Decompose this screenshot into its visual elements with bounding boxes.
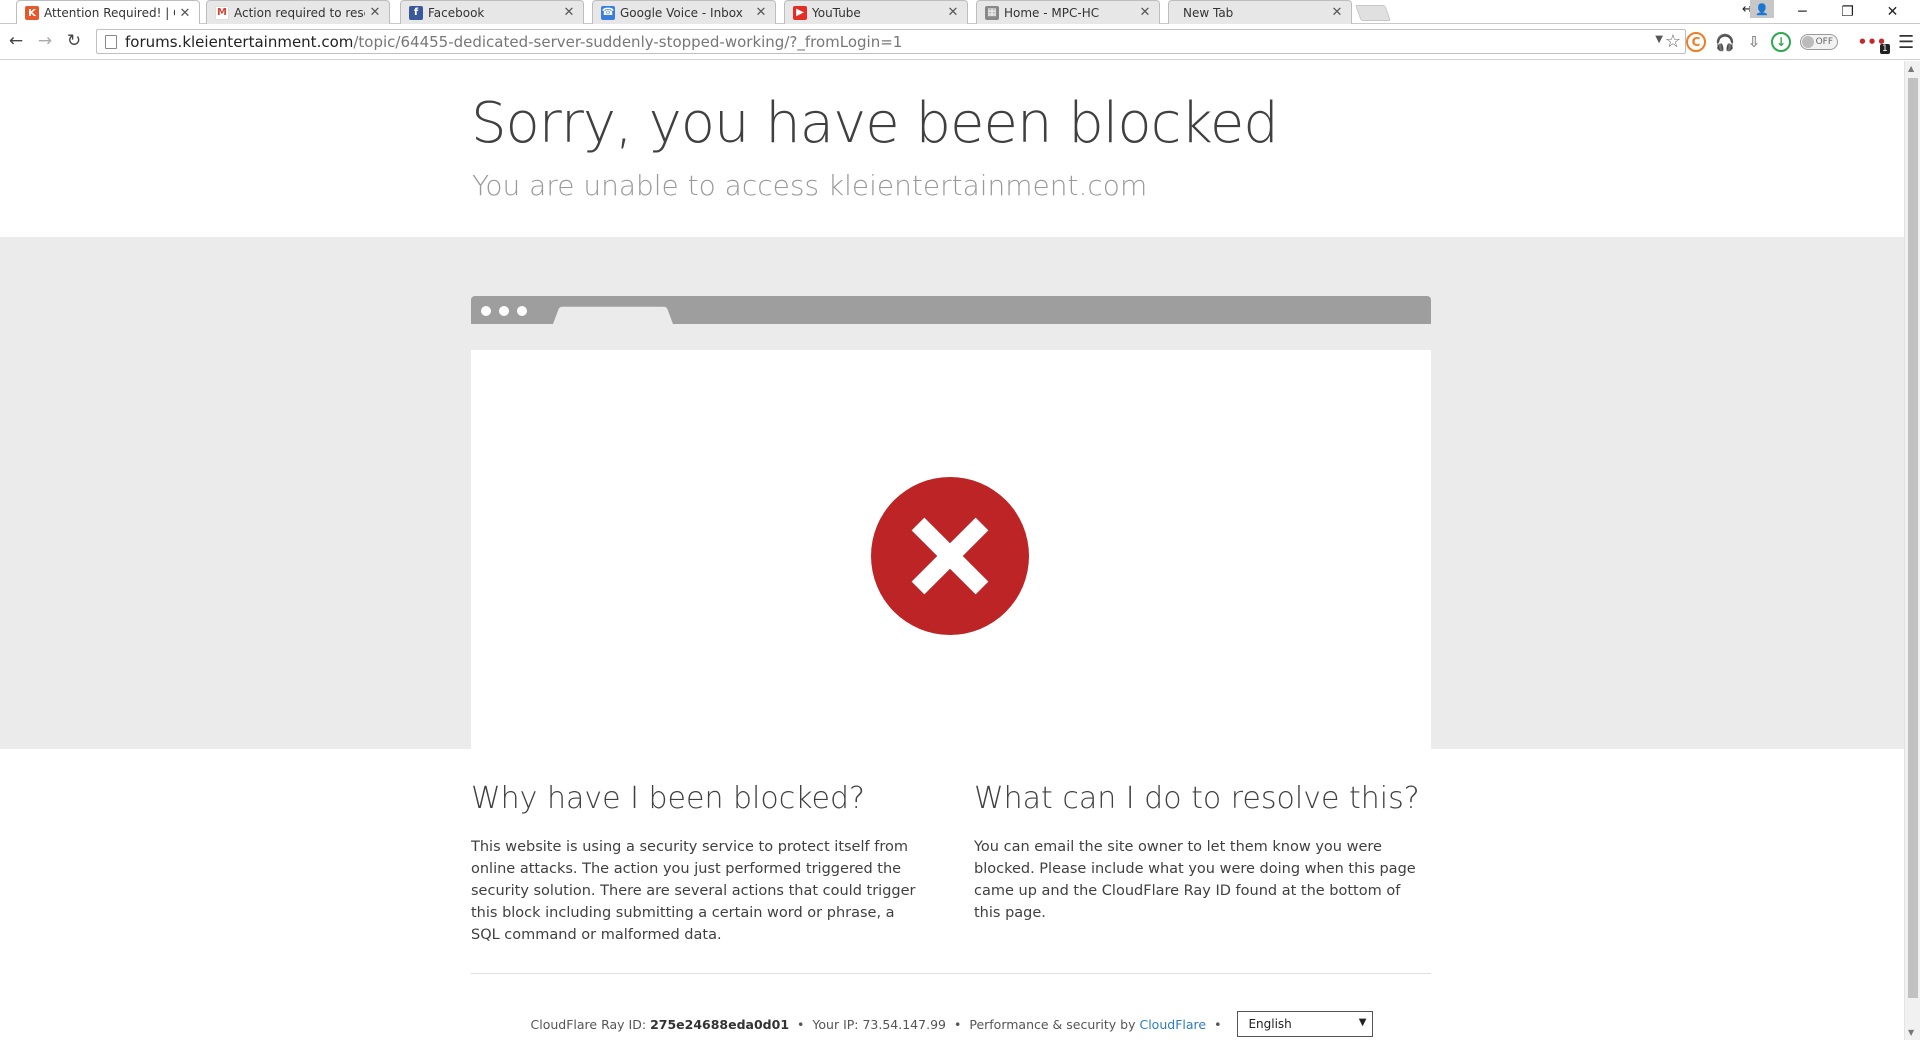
page-header: Sorry, you have been blocked You are una… — [0, 61, 1904, 237]
why-blocked-section: Why have I been blocked? This website is… — [471, 781, 926, 946]
download-extension-icon[interactable]: ⇩ — [1744, 32, 1764, 52]
ray-id-label: CloudFlare Ray ID: — [530, 1016, 647, 1032]
mpc-hc-icon: ▦ — [985, 5, 999, 20]
tab-mpc-hc[interactable]: ▦ Home - MPC-HC ✕ — [976, 0, 1160, 24]
youtube-icon: ▶ — [793, 5, 807, 20]
profile-icon[interactable]: 👤 — [1750, 0, 1774, 18]
google-voice-icon: ☎ — [601, 5, 615, 20]
gmail-icon: M — [215, 5, 229, 20]
close-window-button[interactable]: ✕ — [1870, 0, 1915, 24]
extension-orange-icon[interactable]: C — [1686, 32, 1706, 52]
illustration-tab — [553, 306, 673, 324]
url-domain: forums.kleientertainment.com — [125, 32, 354, 51]
footer-separator: • — [797, 1016, 805, 1032]
why-blocked-text: This website is using a security service… — [471, 839, 916, 943]
close-tab-icon[interactable]: ✕ — [947, 5, 959, 20]
url-path: /topic/64455-dedicated-server-suddenly-s… — [353, 32, 903, 51]
close-tab-icon[interactable]: ✕ — [1331, 5, 1343, 20]
tab-google-voice[interactable]: ☎ Google Voice - Inbox ✕ — [592, 0, 776, 24]
tab-title: Home - MPC-HC — [1004, 5, 1100, 20]
cloudflare-footer: CloudFlare Ray ID: 275e24688eda0d01 • Yo… — [0, 1011, 1904, 1037]
tab-title: New Tab — [1183, 5, 1234, 20]
new-tab-button[interactable] — [1355, 5, 1391, 21]
why-blocked-heading: Why have I been blocked? — [471, 781, 865, 816]
ray-id-value: 275e24688eda0d01 — [650, 1016, 790, 1032]
tab-title: Attention Required! | Cloudflare — [44, 6, 175, 20]
tab-new-tab[interactable]: New Tab ✕ — [1168, 0, 1352, 24]
resolve-section: What can I do to resolve this? You can e… — [974, 781, 1429, 924]
performance-label: Performance & security by — [969, 1016, 1136, 1032]
green-download-extension-icon[interactable]: ↓ — [1771, 32, 1791, 52]
chrome-menu-icon[interactable]: ☰ — [1898, 32, 1914, 53]
tab-title: Action required to reset your password — [234, 5, 365, 20]
blocked-x-icon — [871, 477, 1029, 635]
back-arrow-icon[interactable]: ← — [5, 30, 27, 52]
window-dot — [499, 306, 509, 316]
chevron-down-icon: ▼ — [1358, 1017, 1367, 1028]
tab-gmail[interactable]: M Action required to reset your password… — [206, 0, 390, 24]
resolve-heading: What can I do to resolve this? — [974, 781, 1420, 816]
browser-illustration-window — [471, 350, 1431, 750]
page-viewport: Sorry, you have been blocked You are una… — [0, 61, 1904, 1040]
close-tab-icon[interactable]: ✕ — [1139, 5, 1151, 20]
your-ip: Your IP: 73.54.147.99 — [812, 1016, 946, 1032]
footer-divider — [471, 973, 1431, 974]
minimize-button[interactable]: ─ — [1780, 0, 1825, 24]
extension-toggle-off[interactable]: OFF — [1800, 34, 1838, 50]
window-dot — [517, 306, 527, 316]
browser-toolbar: ← → ↻ forums.kleientertainment.com/topic… — [0, 24, 1920, 60]
extension-badge: 1 — [1880, 44, 1890, 54]
language-selected: English — [1248, 1017, 1292, 1031]
resolve-text: You can email the site owner to let them… — [974, 839, 1416, 921]
reload-icon[interactable]: ↻ — [63, 30, 85, 52]
scroll-up-arrow-icon[interactable]: ▲ — [1908, 64, 1914, 73]
tab-strip: K Attention Required! | Cloudflare ✕ M A… — [0, 0, 1920, 25]
bookmark-star-icon[interactable]: ☆ — [1665, 31, 1681, 52]
page-subtitle: You are unable to access kleientertainme… — [472, 169, 1148, 202]
page-icon — [105, 34, 117, 49]
restore-button[interactable]: ❐ — [1825, 0, 1870, 24]
tab-attention-required[interactable]: K Attention Required! | Cloudflare ✕ — [16, 0, 200, 25]
red-dots-extension-icon[interactable]: ••• — [1858, 32, 1887, 52]
language-select[interactable]: English ▼ — [1237, 1011, 1374, 1037]
close-tab-icon[interactable]: ✕ — [179, 6, 191, 21]
tab-facebook[interactable]: f Facebook ✕ — [400, 0, 584, 24]
close-tab-icon[interactable]: ✕ — [755, 5, 767, 20]
cloudflare-link[interactable]: CloudFlare — [1139, 1017, 1206, 1032]
kleientertainment-k-icon: K — [25, 6, 39, 20]
close-tab-icon[interactable]: ✕ — [369, 5, 381, 20]
browser-illustration-bar — [471, 296, 1431, 324]
facebook-icon: f — [409, 5, 423, 20]
toggle-label: OFF — [1815, 37, 1833, 47]
tab-youtube[interactable]: ▶ YouTube ✕ — [784, 0, 968, 24]
close-tab-icon[interactable]: ✕ — [563, 5, 575, 20]
tab-title: Google Voice - Inbox — [620, 5, 743, 20]
omnibox-dropdown-icon[interactable]: ▼ — [1655, 34, 1663, 45]
scrollbar-thumb[interactable] — [1908, 78, 1918, 998]
window-dot — [481, 306, 491, 316]
footer-separator: • — [953, 1016, 962, 1032]
page-scrollbar[interactable]: ▲ ▼ — [1904, 61, 1920, 1040]
scroll-down-arrow-icon[interactable]: ▼ — [1908, 1028, 1914, 1037]
tab-title: YouTube — [812, 5, 861, 20]
footer-separator: • — [1214, 1016, 1222, 1032]
forward-arrow-icon[interactable]: → — [34, 30, 56, 52]
address-bar[interactable]: forums.kleientertainment.com/topic/64455… — [96, 29, 1686, 54]
address-url: forums.kleientertainment.com/topic/64455… — [125, 33, 902, 51]
tab-title: Facebook — [428, 5, 485, 20]
page-title: Sorry, you have been blocked — [471, 91, 1279, 156]
headphones-extension-icon[interactable]: 🎧 — [1715, 32, 1735, 52]
